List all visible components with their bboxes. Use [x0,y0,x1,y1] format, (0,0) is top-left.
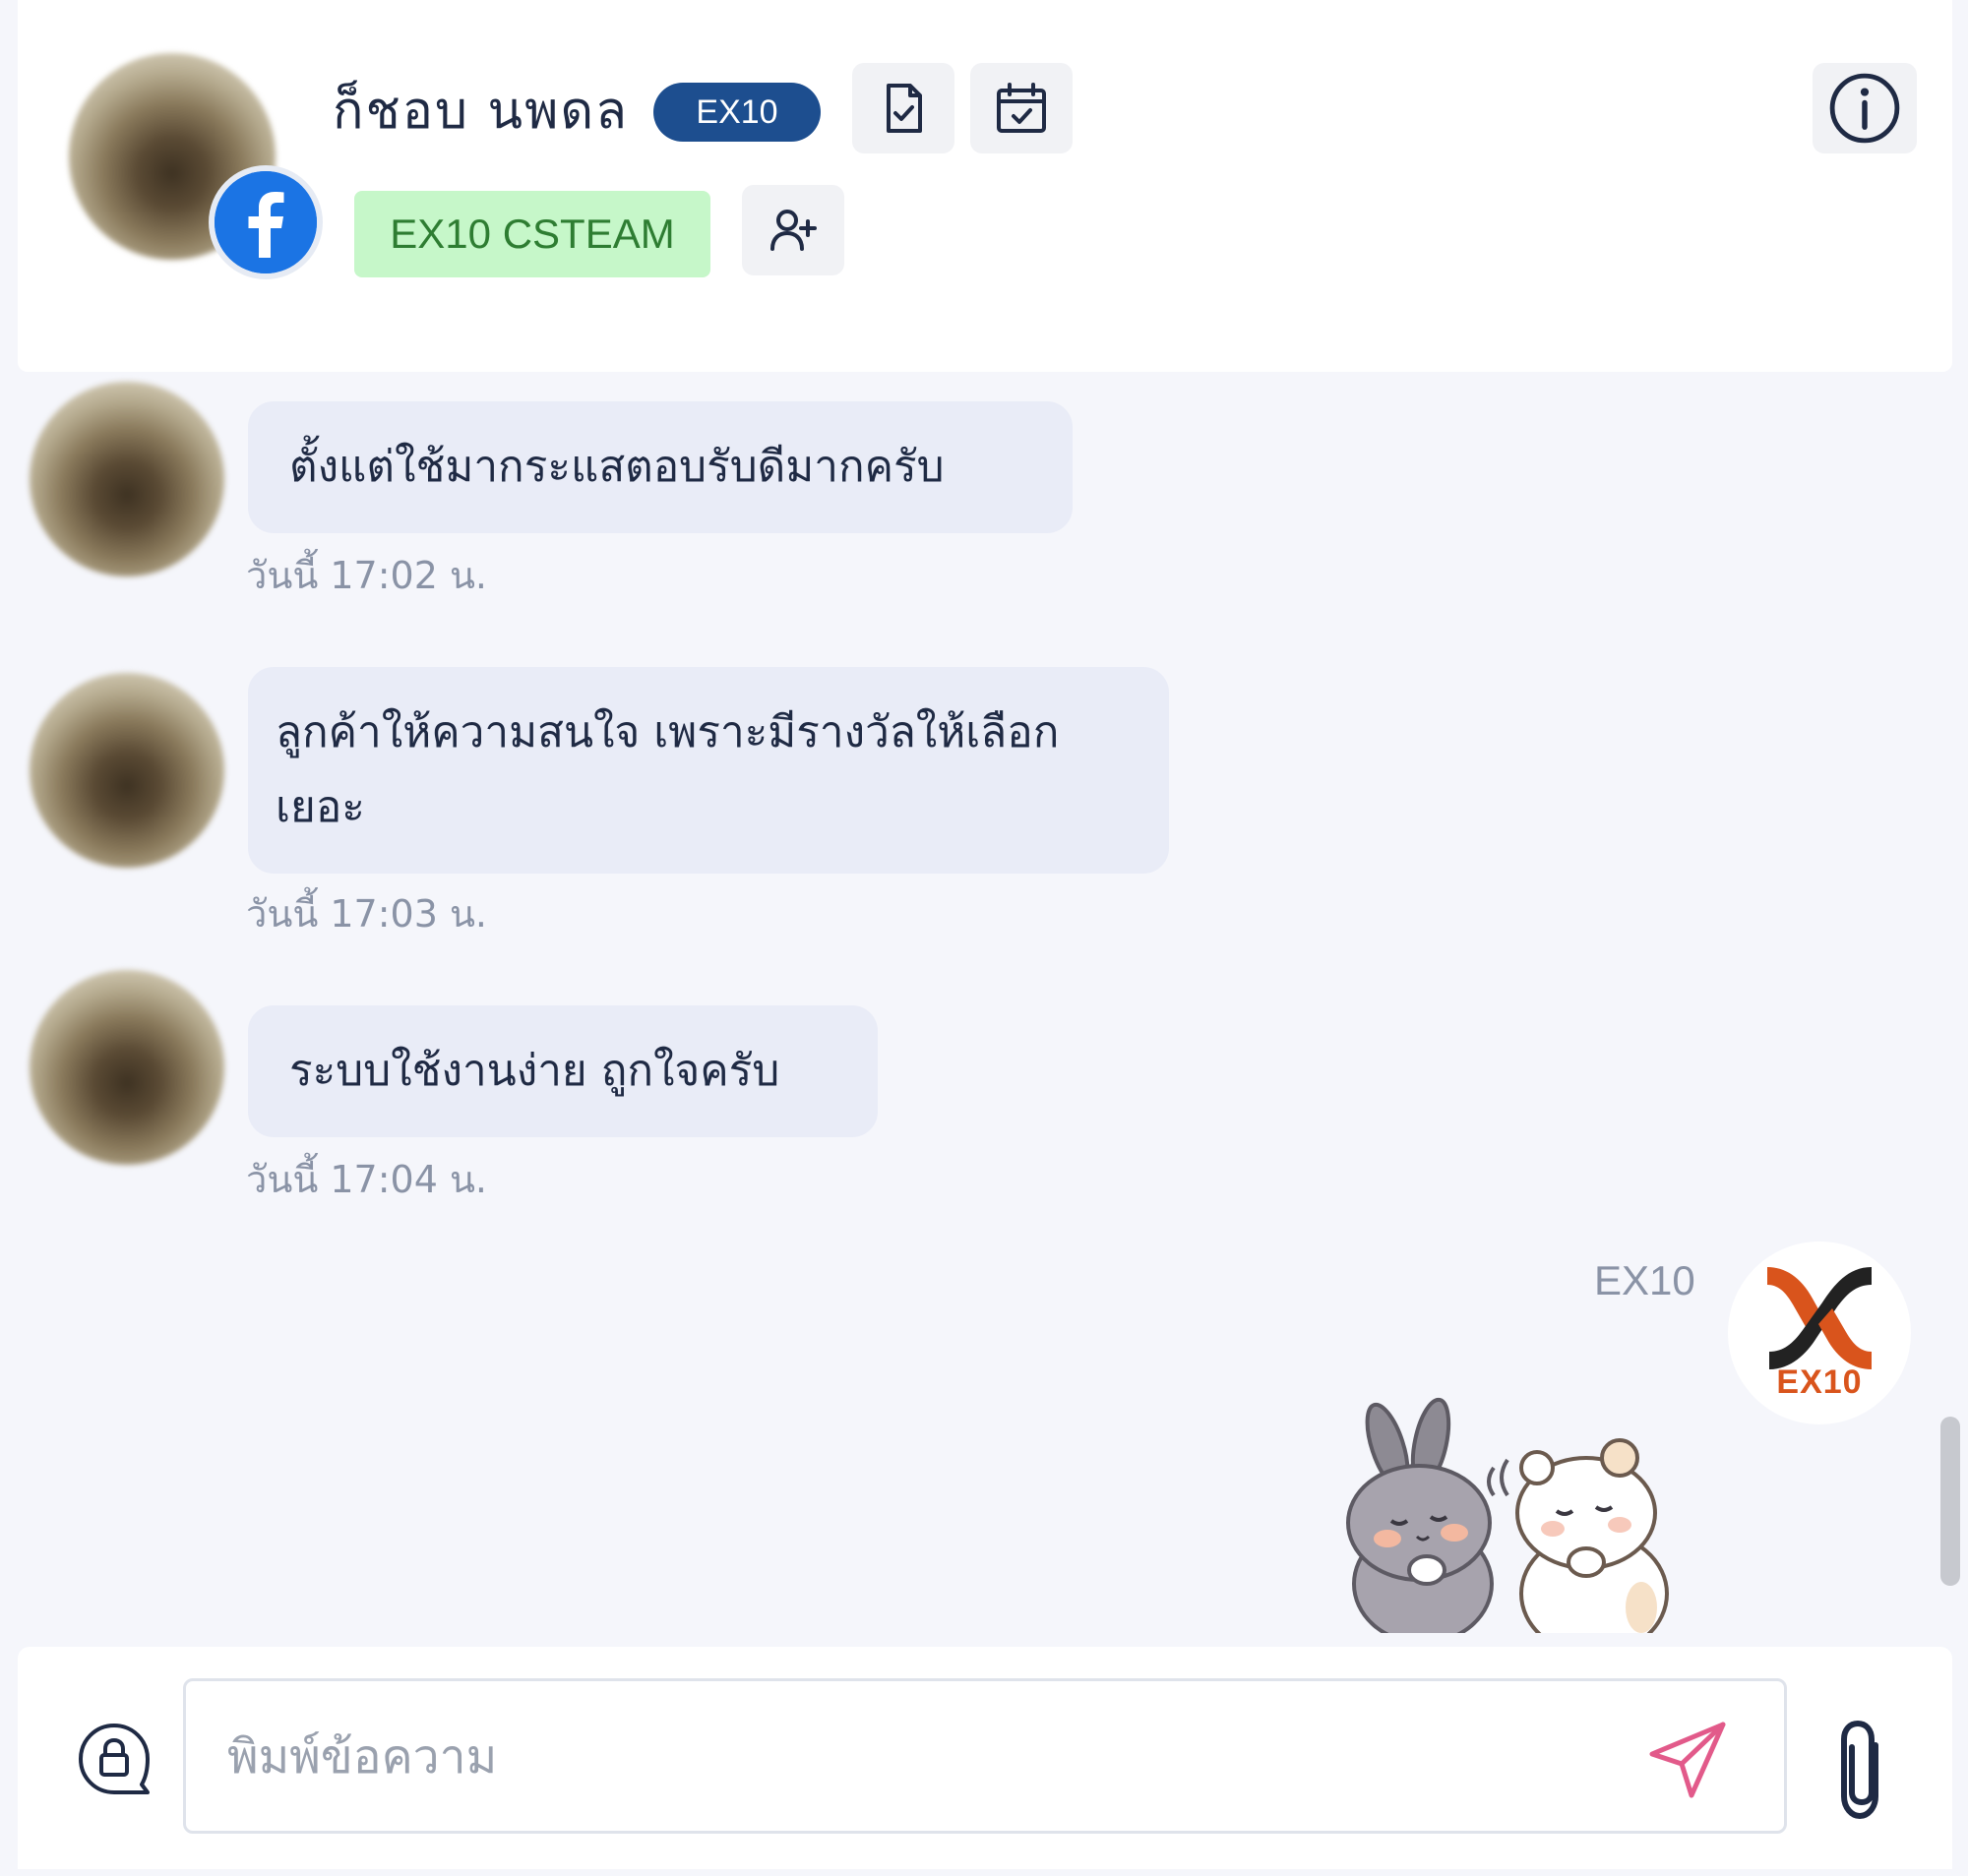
paperclip-icon [1841,1720,1878,1820]
message-avatar [30,382,224,576]
message-avatar [30,970,224,1165]
file-check-button[interactable] [852,63,954,153]
info-icon [1829,73,1900,144]
message-bubble: ระบบใช้งานง่าย ถูกใจครับ [248,1005,878,1137]
lock-chat-icon [79,1724,150,1794]
channel-badge: EX10 [653,83,821,142]
add-user-button[interactable] [742,185,844,275]
team-tag[interactable]: EX10 CSTEAM [354,191,710,277]
sender-name: EX10 [1594,1257,1695,1303]
sticker-image[interactable] [1328,1397,1702,1633]
message-text: ลูกค้าให้ความสนใจ เพราะมีรางวัลให้เลือกเ… [276,707,1060,832]
message-text: ตั้งแต่ใช้มากระแสตอบรับดีมากครับ [289,442,945,492]
chat-window: ก็ชอบ นพดล EX10 EX10 CSTEAM ตั้งแต่ใช้มา… [0,0,1968,1876]
message-time: วันนี้ 17:02 น. [246,554,488,597]
message-time: วันนี้ 17:04 น. [246,1158,488,1201]
add-user-icon [770,210,817,251]
calendar-check-icon [997,83,1046,133]
facebook-icon [215,171,317,273]
message-input[interactable] [225,1719,1607,1795]
calendar-button[interactable] [970,63,1073,153]
message-text: ระบบใช้งานง่าย ถูกใจครับ [289,1046,780,1096]
bunny-and-bear-sticker-icon [1346,1397,1669,1633]
brand-avatar: EX10 [1728,1241,1911,1424]
message-time: วันนี้ 17:03 น. [246,892,488,936]
send-button[interactable] [1646,1719,1729,1801]
info-button[interactable] [1813,63,1917,153]
message-avatar [30,673,224,868]
brand-logo-text: EX10 [1776,1363,1863,1401]
scrollbar-thumb[interactable] [1940,1417,1960,1586]
message-bubble: ตั้งแต่ใช้มากระแสตอบรับดีมากครับ [248,401,1073,533]
send-icon [1649,1722,1726,1798]
private-note-button[interactable] [77,1722,152,1796]
contact-name: ก็ชอบ นพดล [333,82,630,130]
message-input-box [183,1678,1787,1834]
file-check-icon [887,84,922,133]
message-bubble: ลูกค้าให้ความสนใจ เพราะมีรางวัลให้เลือกเ… [248,667,1169,874]
attach-button[interactable] [1832,1718,1887,1822]
chat-header: ก็ชอบ นพดล EX10 EX10 CSTEAM [18,0,1952,372]
